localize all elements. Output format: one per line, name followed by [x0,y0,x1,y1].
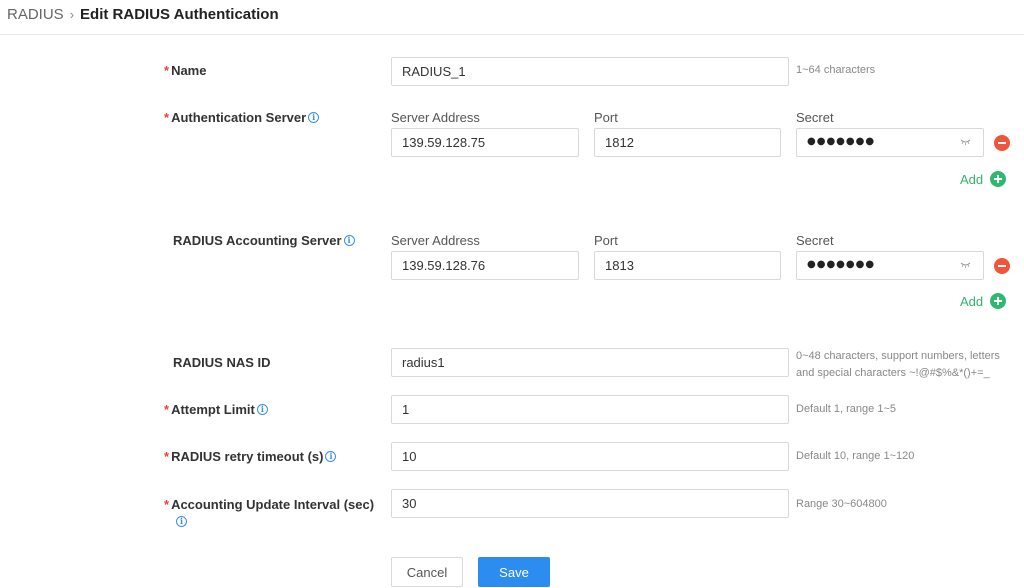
retry-timeout-label-text: RADIUS retry timeout (s) [171,449,324,464]
required-marker: * [164,497,170,512]
add-auth-server-button[interactable]: Add [960,171,1007,187]
acct-secret-label: Secret [796,233,834,248]
auth-address-label: Server Address [391,110,480,125]
secret-value: ●●●●●●● [807,136,876,147]
acct-port-label: Port [594,233,618,248]
info-icon[interactable]: i [176,516,187,527]
name-label-text: Name [171,63,207,78]
required-marker: * [164,449,170,464]
retry-timeout-input[interactable] [391,442,789,471]
add-label: Add [960,171,984,187]
save-button[interactable]: Save [478,557,550,587]
name-input[interactable] [391,57,789,86]
info-icon[interactable]: i [256,404,268,415]
secret-value: ●●●●●●● [807,259,876,270]
remove-acct-server-button[interactable] [994,258,1010,274]
acct-interval-hint: Range 30~604800 [796,498,887,510]
acct-server-label: RADIUS Accounting Server i [173,232,355,249]
acct-interval-label-text: Accounting Update Interval (sec) [171,497,375,512]
cancel-button[interactable]: Cancel [391,557,463,587]
chevron-right-icon: › [69,6,75,22]
info-icon[interactable]: i [343,235,355,246]
auth-address-input[interactable] [391,128,579,157]
acct-address-label: Server Address [391,233,480,248]
nas-id-label: RADIUS NAS ID [173,354,271,371]
name-hint: 1~64 characters [796,64,876,76]
info-icon[interactable]: i [325,451,337,462]
add-label: Add [960,293,984,309]
auth-port-input[interactable] [594,128,781,157]
nas-id-hint-line: 0~48 characters, support numbers, letter… [796,350,1000,362]
remove-auth-server-button[interactable] [994,135,1010,151]
acct-server-label-text: RADIUS Accounting Server [173,233,342,248]
eye-off-icon[interactable] [960,261,971,269]
nas-id-hint: 0~48 characters, support numbers, letter… [796,349,1000,381]
page-title: Edit RADIUS Authentication [80,5,279,23]
acct-address-input[interactable] [391,251,579,280]
attempt-limit-label-text: Attempt Limit [171,402,255,417]
plus-icon [990,293,1007,309]
acct-secret-input[interactable]: ●●●●●●● [796,251,984,280]
required-marker: * [164,63,170,78]
auth-secret-label: Secret [796,110,834,125]
auth-secret-input[interactable]: ●●●●●●● [796,128,984,157]
plus-icon [990,171,1007,187]
auth-port-label: Port [594,110,618,125]
acct-port-input[interactable] [594,251,781,280]
nas-id-hint-line: and special characters ~!@#$%&*()+=_ [796,367,990,379]
nas-id-input[interactable] [391,348,789,377]
info-icon[interactable]: i [308,112,320,123]
acct-interval-input[interactable] [391,489,789,518]
required-marker: * [164,110,170,125]
attempt-limit-hint: Default 1, range 1~5 [796,403,896,415]
breadcrumb: RADIUS › Edit RADIUS Authentication [7,4,279,24]
nas-id-label-text: RADIUS NAS ID [173,355,271,370]
required-marker: * [164,402,170,417]
attempt-limit-label: * Attempt Limit i [164,401,268,418]
add-acct-server-button[interactable]: Add [960,293,1007,309]
breadcrumb-root-link[interactable]: RADIUS [7,6,64,23]
auth-server-label: * Authentication Server i [164,109,320,126]
header-divider [0,34,1024,35]
attempt-limit-input[interactable] [391,395,789,424]
auth-server-label-text: Authentication Server [171,110,307,125]
eye-off-icon[interactable] [960,138,971,146]
retry-timeout-hint: Default 10, range 1~120 [796,450,915,462]
retry-timeout-label: * RADIUS retry timeout (s) i [164,448,337,465]
name-label: * Name [164,62,206,79]
acct-interval-label: * Accounting Update Interval (sec) [164,496,374,513]
